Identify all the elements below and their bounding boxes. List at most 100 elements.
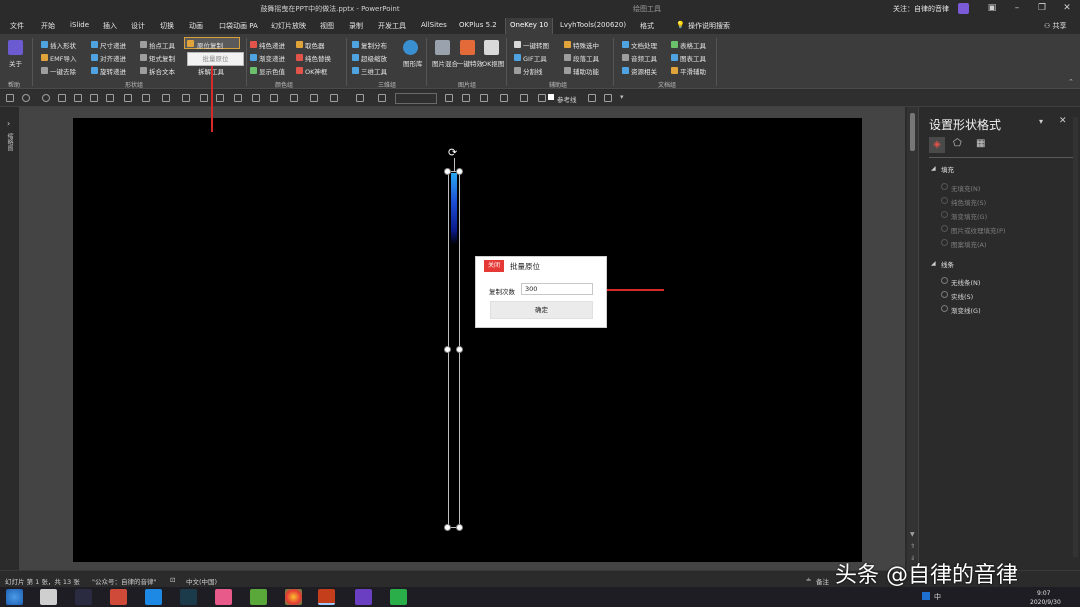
screen-recorder-icon[interactable]: [110, 589, 127, 605]
undo-icon[interactable]: [22, 94, 30, 102]
pointer-app-icon[interactable]: [75, 589, 92, 605]
resize-handle-top-right[interactable]: [456, 168, 463, 175]
tab-slideshow[interactable]: 幻灯片放映: [271, 21, 306, 31]
about-button[interactable]: 关于: [9, 58, 22, 68]
fill-icon[interactable]: [252, 94, 260, 102]
tab-okplus[interactable]: OKPlus 5.2: [459, 21, 497, 29]
notes-icon[interactable]: ≐: [806, 576, 811, 584]
grid-icon[interactable]: [500, 94, 508, 102]
tab-view[interactable]: 视图: [320, 21, 334, 31]
tab-pocket-animation[interactable]: 口袋动画 PA: [219, 21, 258, 31]
resize-handle-mid-left[interactable]: [444, 346, 451, 353]
pane-scrollbar[interactable]: [1073, 117, 1078, 557]
outline-icon[interactable]: [270, 94, 278, 102]
italic-icon[interactable]: [462, 94, 470, 102]
solid-step-button[interactable]: 纯色递进: [259, 40, 285, 50]
insert-shape-button[interactable]: 插入形状: [50, 40, 76, 50]
save-icon[interactable]: [6, 94, 14, 102]
reference-line-checkbox[interactable]: [548, 94, 554, 100]
notes-button[interactable]: 备注: [816, 576, 829, 586]
line-section-header[interactable]: 线条: [941, 259, 954, 269]
visual-studio-icon[interactable]: [355, 589, 372, 605]
group-icon[interactable]: [162, 94, 170, 102]
prev-slide-icon[interactable]: ⇑: [910, 543, 915, 550]
size-step-button[interactable]: 尺寸递进: [100, 40, 126, 50]
split-text-button[interactable]: 拆合文本: [149, 66, 175, 76]
font-size-icon[interactable]: [378, 94, 386, 102]
format-painter-icon[interactable]: [58, 94, 66, 102]
resize-handle-top-left[interactable]: [444, 168, 451, 175]
super-zoom-button[interactable]: 超级缩放: [361, 53, 387, 63]
crop-icon[interactable]: [234, 94, 242, 102]
vertical-scrollbar[interactable]: ▼ ⇑ ⇓: [907, 107, 918, 570]
show-color-button[interactable]: 显示色值: [259, 66, 285, 76]
tab-home[interactable]: 开始: [41, 21, 55, 31]
table-icon[interactable]: [520, 94, 528, 102]
size-properties-tab-icon[interactable]: ▦: [976, 138, 985, 149]
tab-islide[interactable]: iSlide: [70, 21, 89, 29]
align-step-button[interactable]: 对齐递进: [100, 53, 126, 63]
line-none-radio[interactable]: [941, 277, 948, 284]
fill-pattern-radio[interactable]: [941, 239, 948, 246]
minimize-icon[interactable]: –: [1010, 2, 1024, 14]
fill-line-tab-icon[interactable]: ◈: [929, 137, 945, 153]
app-s-icon[interactable]: [180, 589, 197, 605]
tab-file[interactable]: 文件: [10, 21, 24, 31]
ok-frame-button[interactable]: OK神框: [305, 66, 327, 76]
bold-icon[interactable]: [445, 94, 453, 102]
dialog-close-button[interactable]: 关闭: [484, 260, 504, 272]
close-icon[interactable]: ✕: [1060, 2, 1074, 14]
collapse-ribbon-icon[interactable]: ⌃: [1068, 78, 1074, 86]
clock-time[interactable]: 9:07: [1037, 590, 1050, 597]
tab-animations[interactable]: 动画: [189, 21, 203, 31]
image-blend-button[interactable]: 图片混合: [432, 58, 458, 68]
shape-library-button[interactable]: 图形库: [403, 58, 423, 68]
resize-handle-mid-right[interactable]: [456, 346, 463, 353]
pick-point-button[interactable]: 拾点工具: [149, 40, 175, 50]
chart-tool-button[interactable]: 图表工具: [680, 53, 706, 63]
drive-icon[interactable]: [40, 589, 57, 605]
tab-lvyhtools[interactable]: LvyhTools(200620): [560, 21, 626, 29]
fill-section-header[interactable]: 填充: [941, 164, 954, 174]
avatar[interactable]: [958, 3, 969, 14]
slide-counter[interactable]: 幻灯片 第 1 张，共 13 张: [5, 576, 80, 586]
effects-icon[interactable]: [290, 94, 298, 102]
rotate-step-button[interactable]: 旋转递进: [100, 66, 126, 76]
line-solid-radio[interactable]: [941, 291, 948, 298]
start-button-icon[interactable]: [6, 589, 23, 605]
line-style-icon[interactable]: [330, 94, 338, 102]
tab-record[interactable]: 录制: [349, 21, 363, 31]
picture-icon[interactable]: [90, 94, 98, 102]
ime-indicator[interactable]: 中: [934, 592, 941, 602]
onedrive-icon[interactable]: [922, 592, 930, 600]
collapse-fill-icon[interactable]: ◢: [931, 165, 936, 172]
ribbon-display-icon[interactable]: ▣: [985, 2, 999, 14]
tab-allsites[interactable]: AllSites: [421, 21, 447, 29]
tab-developer[interactable]: 开发工具: [378, 21, 406, 31]
guides-icon[interactable]: [538, 94, 546, 102]
tell-me-search[interactable]: 操作说明搜索: [688, 21, 730, 31]
tab-design[interactable]: 设计: [131, 21, 145, 31]
tab-insert[interactable]: 插入: [103, 21, 117, 31]
divider-line-button[interactable]: 分割线: [523, 66, 543, 76]
emf-import-button[interactable]: EMF导入: [50, 53, 76, 63]
ok-cutout-icon[interactable]: [484, 40, 499, 55]
line-gradient-radio[interactable]: [941, 305, 948, 312]
rotate-icon[interactable]: [182, 94, 190, 102]
batch-in-place-menu-item[interactable]: 批量原位: [187, 52, 244, 66]
arrow-icon[interactable]: [604, 94, 612, 102]
link-icon[interactable]: [588, 94, 596, 102]
audio-tool-button[interactable]: 音频工具: [631, 53, 657, 63]
smooth-assist-button[interactable]: 平滑辅助: [680, 66, 706, 76]
resource-button[interactable]: 资源相关: [631, 66, 657, 76]
accessibility-icon[interactable]: ⊡: [170, 576, 175, 584]
one-key-effect-icon[interactable]: [460, 40, 475, 55]
shape-library-icon[interactable]: [403, 40, 418, 55]
scrollbar-thumb[interactable]: [910, 113, 915, 151]
customize-qat-icon[interactable]: ▾: [620, 93, 624, 101]
restore-icon[interactable]: ❐: [1035, 2, 1049, 14]
redo-icon[interactable]: [42, 94, 50, 102]
language-status[interactable]: 中文(中国): [186, 576, 217, 586]
chrome-icon[interactable]: [285, 589, 302, 605]
collapse-line-icon[interactable]: ◢: [931, 260, 936, 267]
